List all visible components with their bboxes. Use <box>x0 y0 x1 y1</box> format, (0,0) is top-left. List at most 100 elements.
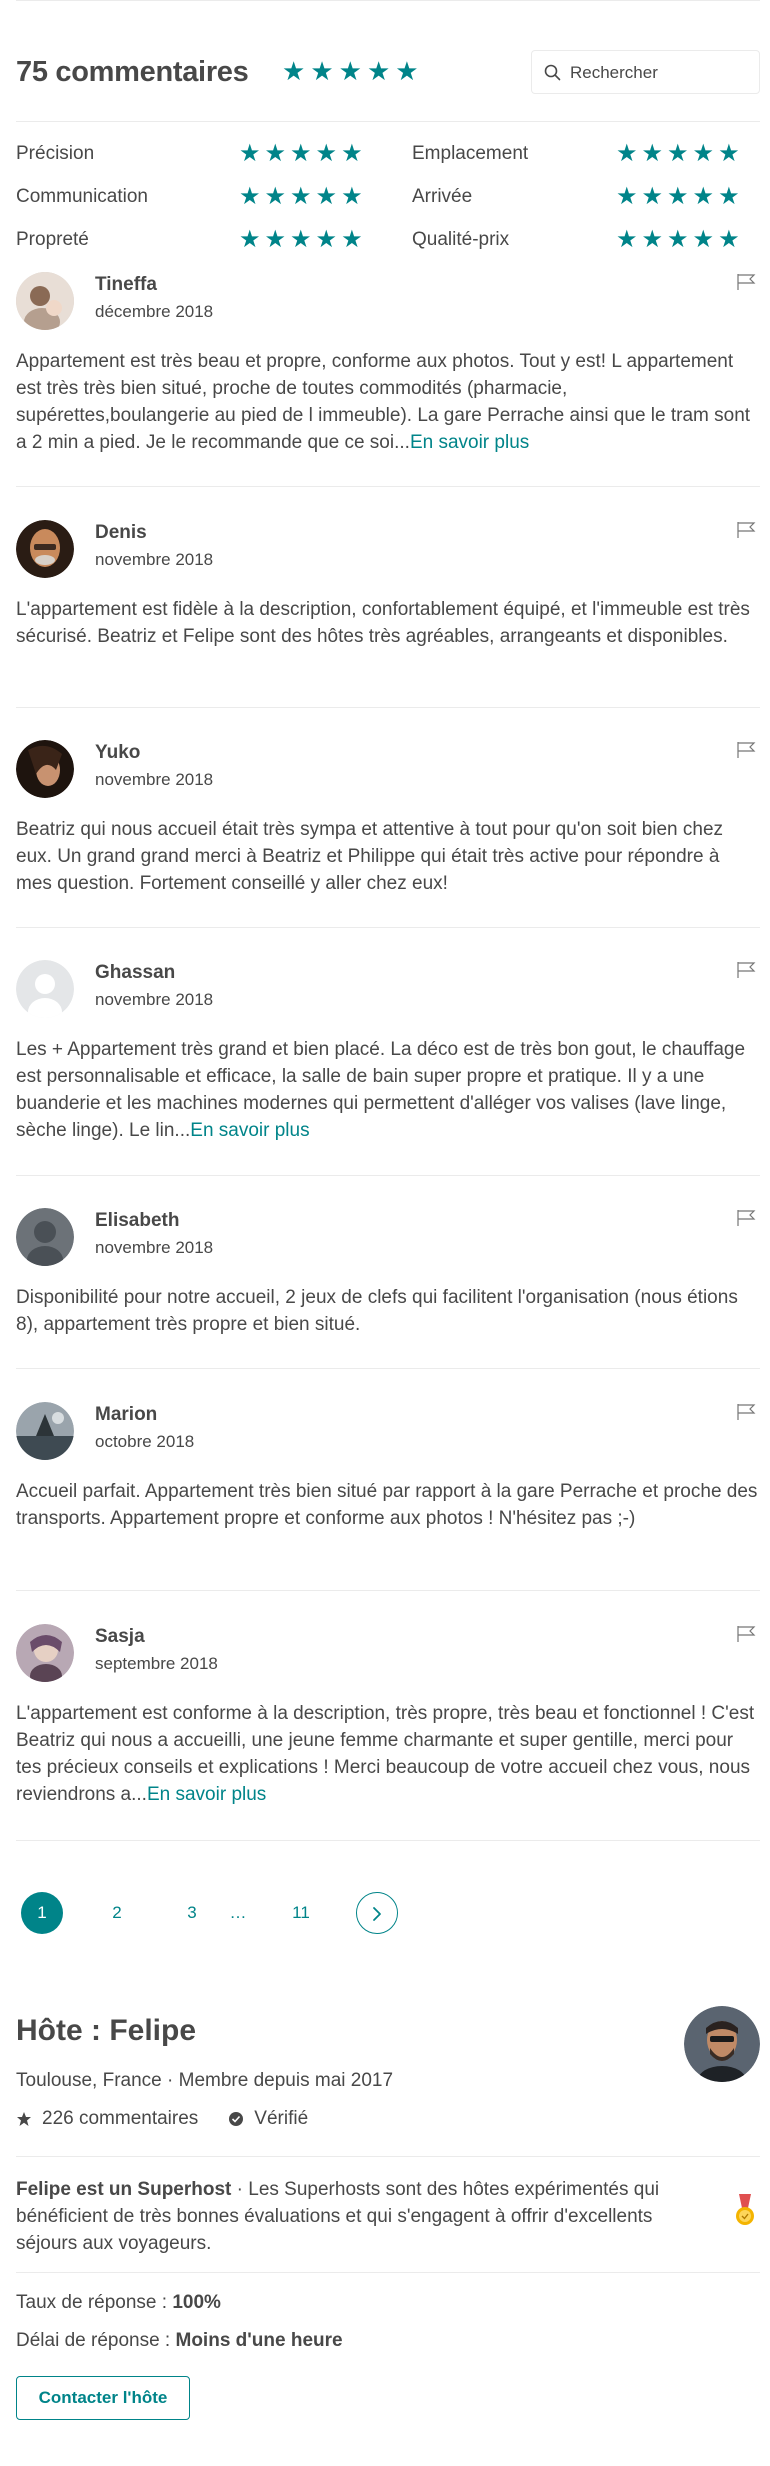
category-label: Qualité-prix <box>412 229 510 250</box>
star-icon: ★ <box>718 226 740 253</box>
star-icon: ★ <box>264 183 287 210</box>
star-icon <box>17 2112 31 2126</box>
search-icon <box>544 64 561 81</box>
flag-icon[interactable] <box>736 740 758 760</box>
review-date: novembre 2018 <box>95 770 214 789</box>
flag-icon[interactable] <box>736 1402 758 1422</box>
star-icon: ★ <box>341 183 363 210</box>
divider <box>16 707 760 708</box>
avatar[interactable] <box>16 740 74 798</box>
read-more-link[interactable]: En savoir plus <box>190 1120 309 1141</box>
search-placeholder: Rechercher <box>570 63 658 82</box>
host-avatar[interactable] <box>684 2006 760 2082</box>
page-3-button[interactable]: 3 <box>171 1892 213 1934</box>
star-icon: ★ <box>692 183 715 210</box>
page-11-button[interactable]: 11 <box>280 1892 322 1934</box>
star-icon: ★ <box>310 56 334 86</box>
avatar[interactable] <box>16 272 74 330</box>
avatar[interactable] <box>16 520 74 578</box>
reviewer-name[interactable]: Sasja <box>95 1626 145 1648</box>
reviewer-name[interactable]: Tineffa <box>95 274 157 296</box>
avatar[interactable] <box>16 1624 74 1682</box>
category-stars: ★ ★ ★ ★ ★ <box>616 228 740 252</box>
pagination-ellipsis: … <box>229 1903 247 1922</box>
review-text: Beatriz qui nous accueil était très symp… <box>16 819 724 894</box>
star-icon: ★ <box>616 140 638 167</box>
category-label: Arrivée <box>412 186 473 207</box>
avatar[interactable] <box>16 1208 74 1266</box>
superhost-description: Felipe est un Superhost · Les Superhosts… <box>16 2179 660 2254</box>
divider <box>16 121 760 122</box>
review-date: novembre 2018 <box>95 1238 214 1257</box>
divider <box>16 1840 760 1841</box>
flag-icon[interactable] <box>736 1208 758 1228</box>
star-icon: ★ <box>667 226 689 253</box>
reviewer-name[interactable]: Marion <box>95 1404 157 1426</box>
contact-host-button[interactable]: Contacter l'hôte <box>16 2376 190 2420</box>
verified-badge-icon <box>229 2112 244 2126</box>
star-icon: ★ <box>395 56 419 86</box>
reviewer-name[interactable]: Yuko <box>95 742 140 764</box>
star-icon: ★ <box>692 140 715 167</box>
divider <box>16 2156 760 2157</box>
star-icon: ★ <box>616 183 638 210</box>
reviewer-name[interactable]: Denis <box>95 522 147 544</box>
avatar[interactable] <box>16 960 74 1018</box>
flag-icon[interactable] <box>736 520 758 540</box>
pagination: 1 2 3 … 11 <box>16 1846 760 1934</box>
page-1-button[interactable]: 1 <box>21 1892 63 1934</box>
star-icon: ★ <box>239 183 261 210</box>
review-date: septembre 2018 <box>95 1654 218 1673</box>
star-icon: ★ <box>718 140 740 167</box>
star-icon: ★ <box>366 56 391 86</box>
page-2-button[interactable]: 2 <box>96 1892 138 1934</box>
divider <box>16 486 760 487</box>
star-icon: ★ <box>341 140 363 167</box>
review-date: novembre 2018 <box>95 550 214 569</box>
category-stars: ★ ★ ★ ★ ★ <box>239 142 363 166</box>
response-time: Délai de réponse : Moins d'une heure <box>16 2330 343 2351</box>
star-icon: ★ <box>641 183 664 210</box>
category-stars: ★ ★ ★ ★ ★ <box>239 228 363 252</box>
review-text: Appartement est très beau et propre, con… <box>16 351 751 453</box>
response-rate: Taux de réponse : 100% <box>16 2292 221 2313</box>
star-icon: ★ <box>239 140 261 167</box>
avatar[interactable] <box>16 1402 74 1460</box>
reviews-header: 75 commentaires ★ ★ ★ ★ ★ Rechercher <box>16 50 760 94</box>
flag-icon[interactable] <box>736 272 758 292</box>
category-label: Propreté <box>16 229 89 250</box>
reviewer-name[interactable]: Ghassan <box>95 962 175 984</box>
host-reviews-count[interactable]: 226 commentaires <box>16 2108 198 2130</box>
category-label: Communication <box>16 186 148 207</box>
star-icon: ★ <box>282 56 306 86</box>
category-label: Précision <box>16 143 95 164</box>
star-icon: ★ <box>718 183 740 210</box>
star-icon: ★ <box>315 226 338 253</box>
host-verified: Vérifié <box>228 2108 308 2130</box>
star-icon: ★ <box>290 140 312 167</box>
review-search-input[interactable]: Rechercher <box>531 50 760 94</box>
flag-icon[interactable] <box>736 960 758 980</box>
flag-icon[interactable] <box>736 1624 758 1644</box>
review-text: Disponibilité pour notre accueil, 2 jeux… <box>16 1287 738 1335</box>
star-icon: ★ <box>264 226 287 253</box>
review-text: Les + Appartement très grand et bien pla… <box>16 1039 746 1141</box>
category-stars: ★ ★ ★ ★ ★ <box>616 142 740 166</box>
superhost-medal-icon <box>736 2194 754 2225</box>
divider <box>16 2272 760 2273</box>
review-text: Accueil parfait. Appartement très bien s… <box>16 1481 758 1529</box>
star-icon: ★ <box>641 226 664 253</box>
divider <box>16 1368 760 1369</box>
star-icon: ★ <box>338 56 362 86</box>
next-page-button[interactable] <box>356 1892 398 1934</box>
star-icon: ★ <box>641 140 664 167</box>
host-meta: 226 commentaires Vérifié <box>16 2108 338 2130</box>
read-more-link[interactable]: En savoir plus <box>410 432 529 453</box>
read-more-link[interactable]: En savoir plus <box>147 1784 266 1805</box>
star-icon: ★ <box>239 226 261 253</box>
star-icon: ★ <box>264 140 287 167</box>
reviewer-name[interactable]: Elisabeth <box>95 1210 179 1232</box>
star-icon: ★ <box>616 226 638 253</box>
review-text: L'appartement est conforme à la descript… <box>16 1703 755 1805</box>
category-stars: ★ ★ ★ ★ ★ <box>616 185 740 209</box>
